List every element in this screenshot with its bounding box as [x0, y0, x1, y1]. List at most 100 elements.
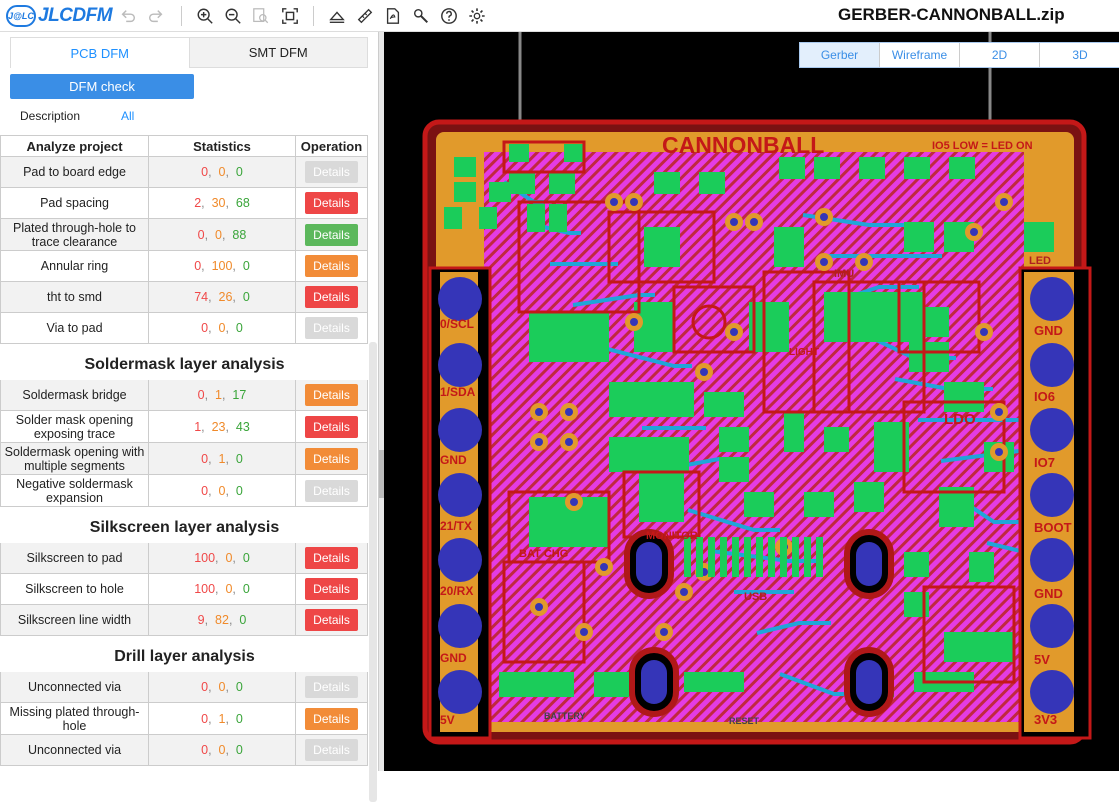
stat-separator: , — [208, 451, 219, 466]
logo-badge: J@LC — [6, 5, 36, 27]
layers-icon[interactable] — [327, 6, 347, 26]
zoom-out-icon[interactable] — [223, 6, 243, 26]
via-hole — [535, 603, 543, 611]
stat-separator: , — [208, 321, 219, 335]
details-button[interactable]: Details — [305, 415, 358, 438]
analysis-name: Soldermask opening with multiple segment… — [1, 443, 149, 474]
pcb-label: 20/RX — [440, 584, 473, 598]
operation-cell: Details — [296, 313, 367, 343]
analysis-statistics: 0, 1, 0 — [149, 443, 296, 474]
details-button[interactable]: Details — [305, 447, 358, 470]
pass-count: 0 — [235, 165, 243, 179]
analysis-statistics: 100, 0, 0 — [149, 543, 296, 573]
stat-separator: , — [222, 227, 233, 242]
analysis-statistics: 100, 0, 0 — [149, 574, 296, 604]
details-button[interactable]: Details — [305, 739, 358, 761]
view-mode-gerber[interactable]: Gerber — [800, 43, 880, 67]
details-button[interactable]: Details — [305, 255, 358, 277]
analysis-name: Silkscreen to pad — [1, 543, 149, 573]
via-hole — [570, 498, 578, 506]
header-hole — [1030, 408, 1074, 452]
error-count: 9 — [197, 613, 205, 627]
tools-icon[interactable] — [411, 6, 431, 26]
pcb-label: IO6 — [1034, 389, 1055, 404]
smd-pad — [499, 672, 574, 697]
stat-separator: , — [204, 613, 216, 627]
toolbar-separator — [181, 6, 182, 26]
details-button[interactable]: Details — [305, 192, 358, 214]
view-mode-wireframe[interactable]: Wireframe — [880, 43, 960, 67]
via-hole — [980, 328, 988, 336]
usb-pin — [684, 537, 691, 577]
smd-pad — [774, 227, 804, 267]
zoom-area-icon[interactable] — [251, 6, 271, 26]
details-button[interactable]: Details — [305, 609, 358, 631]
error-count: 0 — [197, 227, 205, 242]
all-filter-link[interactable]: All — [121, 109, 134, 123]
details-button[interactable]: Details — [305, 707, 358, 730]
usb-pin — [756, 537, 763, 577]
table-row: Unconnected via 0, 0, 0 Details — [0, 735, 368, 766]
details-button[interactable]: Details — [305, 223, 358, 246]
smd-pad — [454, 182, 476, 202]
smd-pad — [609, 382, 694, 417]
details-button[interactable]: Details — [305, 161, 358, 183]
usb-slot-hole — [636, 542, 662, 586]
usb-slot-hole — [856, 542, 882, 586]
usb-slot-hole — [641, 660, 667, 704]
details-button[interactable]: Details — [305, 578, 358, 600]
details-button[interactable]: Details — [305, 286, 358, 308]
table-row: Solder mask opening exposing trace 1, 23,… — [0, 411, 368, 443]
details-button[interactable]: Details — [305, 384, 358, 406]
smd-pad — [784, 412, 804, 452]
analysis-statistics: 1, 23, 43 — [149, 411, 296, 442]
smd-pad — [594, 672, 629, 697]
operation-cell: Details — [296, 543, 367, 573]
operation-cell: Details — [296, 703, 367, 734]
pcb-label: GND — [440, 651, 467, 665]
settings-icon[interactable] — [467, 6, 487, 26]
analysis-table: Analyze project Statistics Operation Pad… — [0, 135, 368, 771]
details-button[interactable]: Details — [305, 676, 358, 698]
details-button[interactable]: Details — [305, 317, 358, 339]
error-count: 0 — [194, 259, 202, 273]
smd-pad — [904, 222, 934, 252]
details-button[interactable]: Details — [305, 479, 358, 502]
analysis-name: Pad spacing — [1, 188, 149, 218]
fit-view-icon[interactable] — [280, 6, 300, 26]
redo-icon[interactable] — [146, 6, 166, 26]
pcb-label: 1/SDA — [440, 385, 476, 399]
pcb-label: BOOT — [1034, 520, 1072, 535]
undo-icon[interactable] — [118, 6, 138, 26]
details-button[interactable]: Details — [305, 547, 358, 569]
help-icon[interactable] — [439, 6, 459, 26]
tab-smt-dfm[interactable]: SMT DFM — [189, 38, 367, 68]
measure-icon[interactable] — [355, 6, 375, 26]
analysis-name: Plated through-hole to trace clearance — [1, 219, 149, 250]
smd-pad — [704, 392, 744, 417]
smd-pad — [719, 457, 749, 482]
stat-separator: , — [208, 165, 219, 179]
view-mode-2d[interactable]: 2D — [960, 43, 1040, 67]
header-hole — [1030, 670, 1074, 714]
error-count: 0 — [201, 165, 209, 179]
tab-pcb-dfm[interactable]: PCB DFM — [11, 38, 190, 68]
view-mode-3d[interactable]: 3D — [1040, 43, 1119, 67]
usb-pin — [780, 537, 787, 577]
zoom-in-icon[interactable] — [195, 6, 215, 26]
operation-cell: Details — [296, 188, 367, 218]
analysis-statistics: 2, 30, 68 — [149, 188, 296, 218]
pdf-export-icon[interactable] — [383, 6, 403, 26]
analysis-statistics: 9, 82, 0 — [149, 605, 296, 635]
gerber-viewer[interactable]: CANNONBALL IO5 LOW = LED ON 0/SCL 1/SDA GND 2… — [384, 32, 1119, 771]
warning-count: 0 — [215, 227, 222, 242]
via-hole — [970, 228, 978, 236]
pass-count: 17 — [232, 388, 247, 402]
via-hole — [580, 628, 588, 636]
warning-count: 0 — [218, 321, 226, 335]
analysis-name: Via to pad — [1, 313, 149, 343]
panel-scrollbar[interactable] — [369, 342, 377, 802]
dfm-check-button[interactable]: DFM check — [10, 74, 194, 99]
operation-cell: Details — [296, 475, 367, 506]
smd-pad — [944, 632, 984, 662]
